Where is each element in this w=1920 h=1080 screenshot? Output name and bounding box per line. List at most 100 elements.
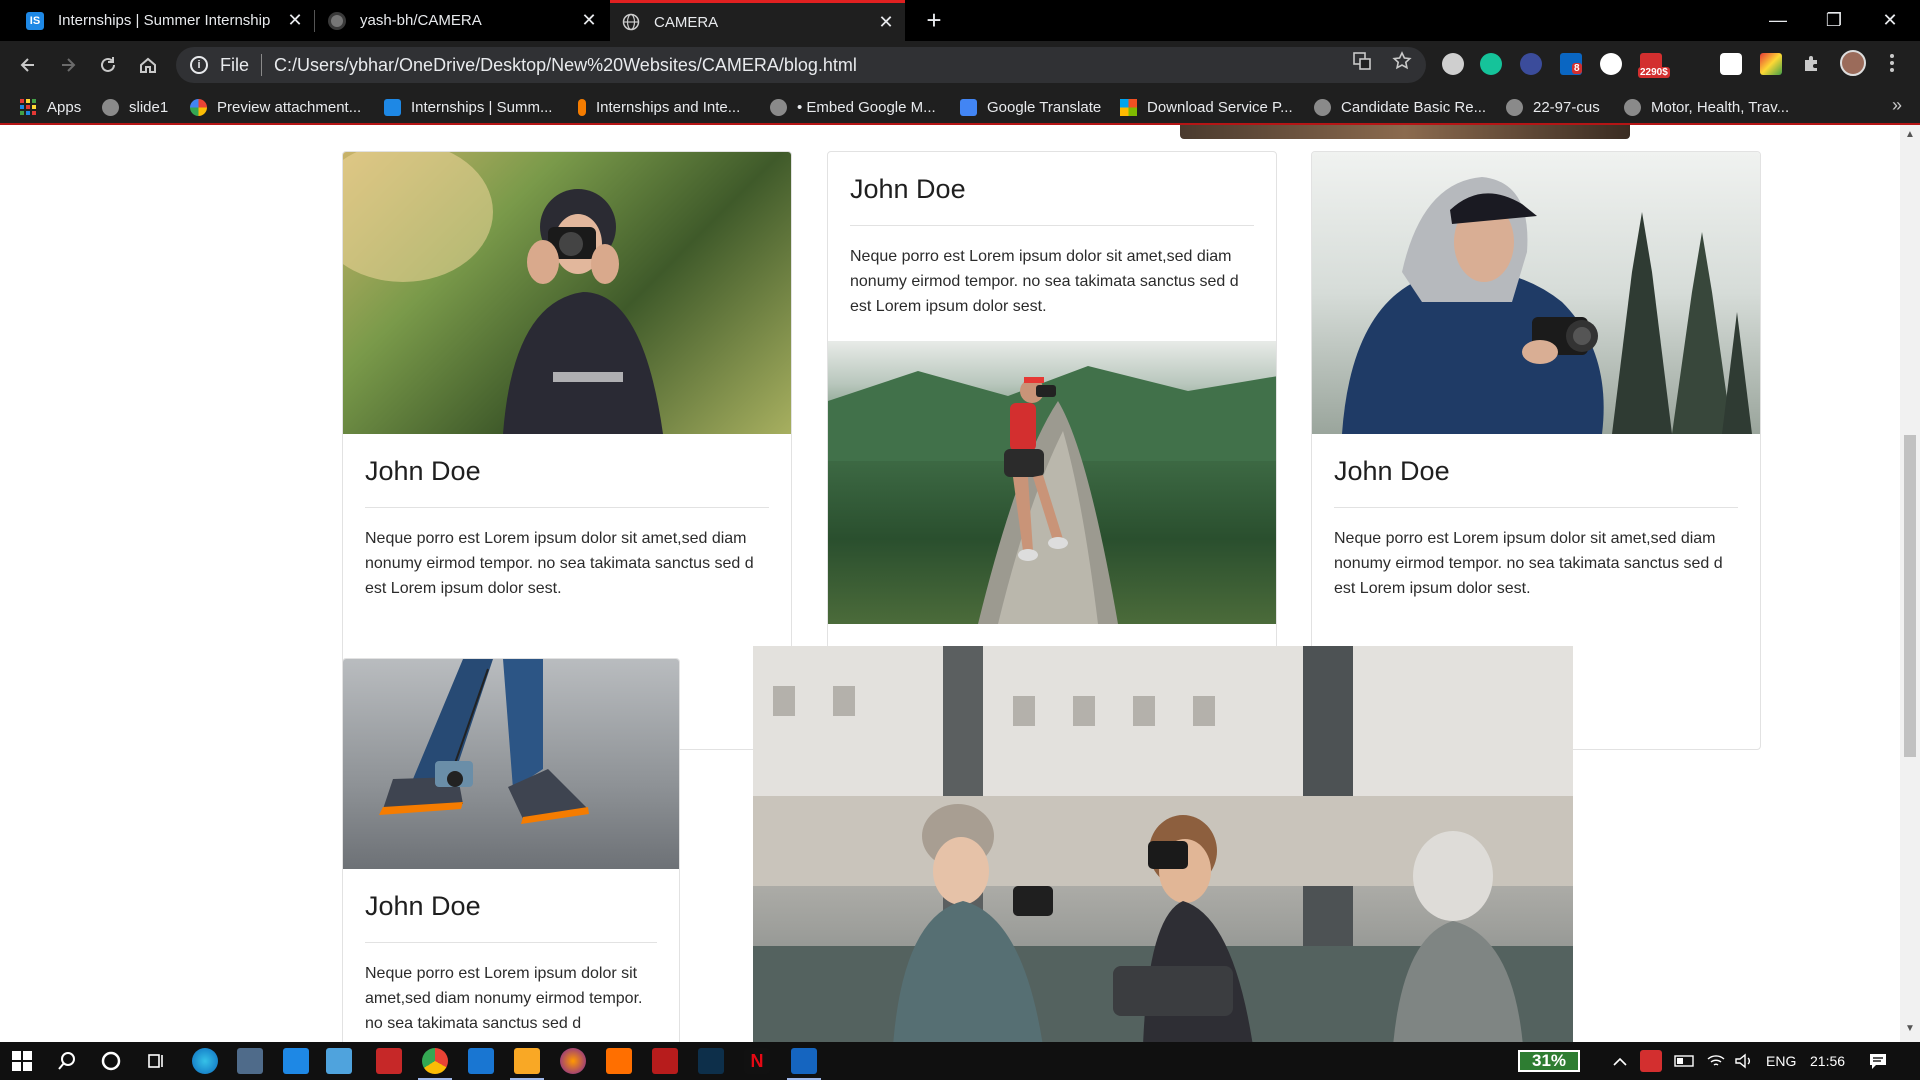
cortana-icon[interactable] <box>98 1048 124 1074</box>
back-arrow-icon[interactable] <box>12 49 44 81</box>
bookmark-slide1[interactable]: slide1 <box>102 97 168 117</box>
card-body: John Doe Neque porro est Lorem ipsum dol… <box>343 434 791 601</box>
linkedin-icon[interactable]: 8 <box>1560 53 1582 75</box>
grammarly-icon[interactable] <box>1480 53 1502 75</box>
bookmark-embed-google[interactable]: • Embed Google M... <box>770 97 936 117</box>
vscode-icon[interactable] <box>468 1048 494 1074</box>
tab-github[interactable]: yash-bh/CAMERA ✕ <box>316 0 608 41</box>
card-title: John Doe <box>365 456 769 508</box>
extension-owl-icon[interactable] <box>1520 53 1542 75</box>
bookmarks-overflow-button[interactable]: » <box>1892 95 1902 116</box>
mountain-photographer-photo <box>828 341 1276 624</box>
card-text: Neque porro est Lorem ipsum dolor sit am… <box>365 965 643 1032</box>
woman-with-camera-photo <box>343 152 791 434</box>
address-bar[interactable]: i File C:/Users/ybhar/OneDrive/Desktop/N… <box>176 47 1426 83</box>
address-url[interactable]: C:/Users/ybhar/OneDrive/Desktop/New%20We… <box>274 55 857 76</box>
search-icon[interactable] <box>54 1048 80 1074</box>
camera-extension-icon[interactable] <box>1720 53 1742 75</box>
bookmark-candidate-basic[interactable]: Candidate Basic Re... <box>1314 97 1486 117</box>
notification-center-icon[interactable] <box>1868 1042 1888 1080</box>
apps-grid-icon <box>20 98 37 116</box>
forward-arrow-icon[interactable] <box>52 49 84 81</box>
bookmark-preview-attachment[interactable]: Preview attachment... <box>190 97 361 117</box>
app-icon[interactable] <box>326 1048 352 1074</box>
page-viewport: John Doe Neque porro est Lorem ipsum dol… <box>0 125 1920 1042</box>
firefox-icon[interactable] <box>560 1048 586 1074</box>
scroll-down-arrow-icon[interactable]: ▼ <box>1904 1023 1916 1037</box>
bookmark-apps[interactable]: Apps <box>20 97 81 117</box>
tab-internships[interactable]: IS Internships | Summer Internship ✕ <box>14 0 314 41</box>
bookmark-label: Apps <box>47 98 82 116</box>
extension-circle-icon[interactable] <box>1442 53 1464 75</box>
card-text: Neque porro est Lorem ipsum dolor sit am… <box>1334 530 1723 597</box>
edge-browser-icon[interactable] <box>192 1048 218 1074</box>
windows-start-icon[interactable] <box>9 1048 35 1074</box>
photos-app-icon[interactable] <box>791 1048 817 1074</box>
bookmark-motor-health[interactable]: Motor, Health, Trav... <box>1624 97 1789 117</box>
is-logo-icon: IS <box>26 11 44 30</box>
input-language[interactable]: ENG <box>1766 1042 1796 1080</box>
women-cafe-cameras-photo <box>753 646 1573 1042</box>
is-logo-icon <box>384 98 401 116</box>
mail-app-icon[interactable] <box>283 1048 309 1074</box>
bookmark-internships-and-inte[interactable]: Internships and Inte... <box>578 97 740 117</box>
scrollbar-thumb[interactable] <box>1904 435 1916 757</box>
file-explorer-icon[interactable] <box>514 1048 540 1074</box>
scroll-up-arrow-icon[interactable]: ▲ <box>1904 129 1916 143</box>
extension-speed-icon[interactable] <box>1600 53 1622 75</box>
bookmark-star-icon[interactable] <box>1390 49 1414 73</box>
extensions-puzzle-icon[interactable] <box>1799 51 1823 75</box>
tab-camera[interactable]: CAMERA ✕ <box>610 0 905 41</box>
home-icon[interactable] <box>132 49 164 81</box>
microsoft-icon <box>1120 98 1137 116</box>
tray-q-icon[interactable] <box>1640 1050 1662 1072</box>
restore-window-button[interactable]: ❐ <box>1806 0 1862 41</box>
bookmark-google-translate[interactable]: Google Translate <box>960 97 1101 117</box>
close-window-button[interactable]: ✕ <box>1862 0 1918 41</box>
netflix-icon[interactable]: N <box>744 1048 770 1074</box>
profile-avatar[interactable] <box>1840 50 1866 76</box>
walking-legs-camera-photo <box>343 659 679 869</box>
tab-title: CAMERA <box>654 13 719 31</box>
store-icon[interactable] <box>237 1048 263 1074</box>
bookmarks-bar: Apps slide1 Preview attachment... Intern… <box>0 89 1920 125</box>
linkedin-badge: 8 <box>1572 63 1582 74</box>
bookmark-label: • Embed Google M... <box>797 98 936 116</box>
wifi-icon[interactable] <box>1706 1042 1726 1080</box>
new-tab-button[interactable]: + <box>920 7 948 35</box>
close-tab-icon[interactable]: ✕ <box>576 8 602 34</box>
close-tab-icon[interactable]: ✕ <box>282 8 308 34</box>
extension-color-icon[interactable] <box>1760 53 1782 75</box>
filezilla-icon[interactable] <box>652 1048 678 1074</box>
mail-extension-icon[interactable]: 2290$ <box>1638 53 1670 78</box>
card-text: Neque porro est Lorem ipsum dolor sit am… <box>365 530 754 597</box>
chrome-icon[interactable] <box>422 1048 448 1074</box>
globe-icon <box>1314 98 1331 116</box>
site-info-icon[interactable]: i <box>190 56 208 74</box>
page-scrollbar[interactable]: ▲ ▼ <box>1900 125 1920 1042</box>
bookmark-download-service[interactable]: Download Service P... <box>1120 97 1293 117</box>
reload-icon[interactable] <box>92 49 124 81</box>
media-app-icon[interactable] <box>376 1048 402 1074</box>
close-tab-icon[interactable]: ✕ <box>873 9 899 35</box>
translate-icon[interactable] <box>1350 49 1374 73</box>
tray-overflow-chevron-icon[interactable] <box>1612 1042 1628 1080</box>
globe-icon <box>770 98 787 116</box>
volume-icon[interactable] <box>1734 1042 1754 1080</box>
menu-kebab-icon[interactable] <box>1880 51 1904 75</box>
man-in-hoodie-photo <box>1312 152 1760 434</box>
card-title: John Doe <box>365 891 657 943</box>
photoshop-icon[interactable] <box>698 1048 724 1074</box>
bookmark-label: Internships | Summ... <box>411 98 553 116</box>
bookmark-label: Motor, Health, Trav... <box>1651 98 1790 116</box>
card-body: John Doe Neque porro est Lorem ipsum dol… <box>343 869 679 1036</box>
battery-percent: 31% <box>1531 1051 1567 1070</box>
clock[interactable]: 21:56 <box>1810 1042 1845 1080</box>
battery-icon[interactable] <box>1674 1042 1696 1080</box>
sublime-text-icon[interactable] <box>606 1048 632 1074</box>
bookmark-internships-summ[interactable]: Internships | Summ... <box>384 97 552 117</box>
bookmark-22-97-cus[interactable]: 22-97-cus <box>1506 97 1600 117</box>
task-view-icon[interactable] <box>143 1048 169 1074</box>
minimize-window-button[interactable]: — <box>1750 0 1806 41</box>
globe-icon <box>102 98 119 116</box>
